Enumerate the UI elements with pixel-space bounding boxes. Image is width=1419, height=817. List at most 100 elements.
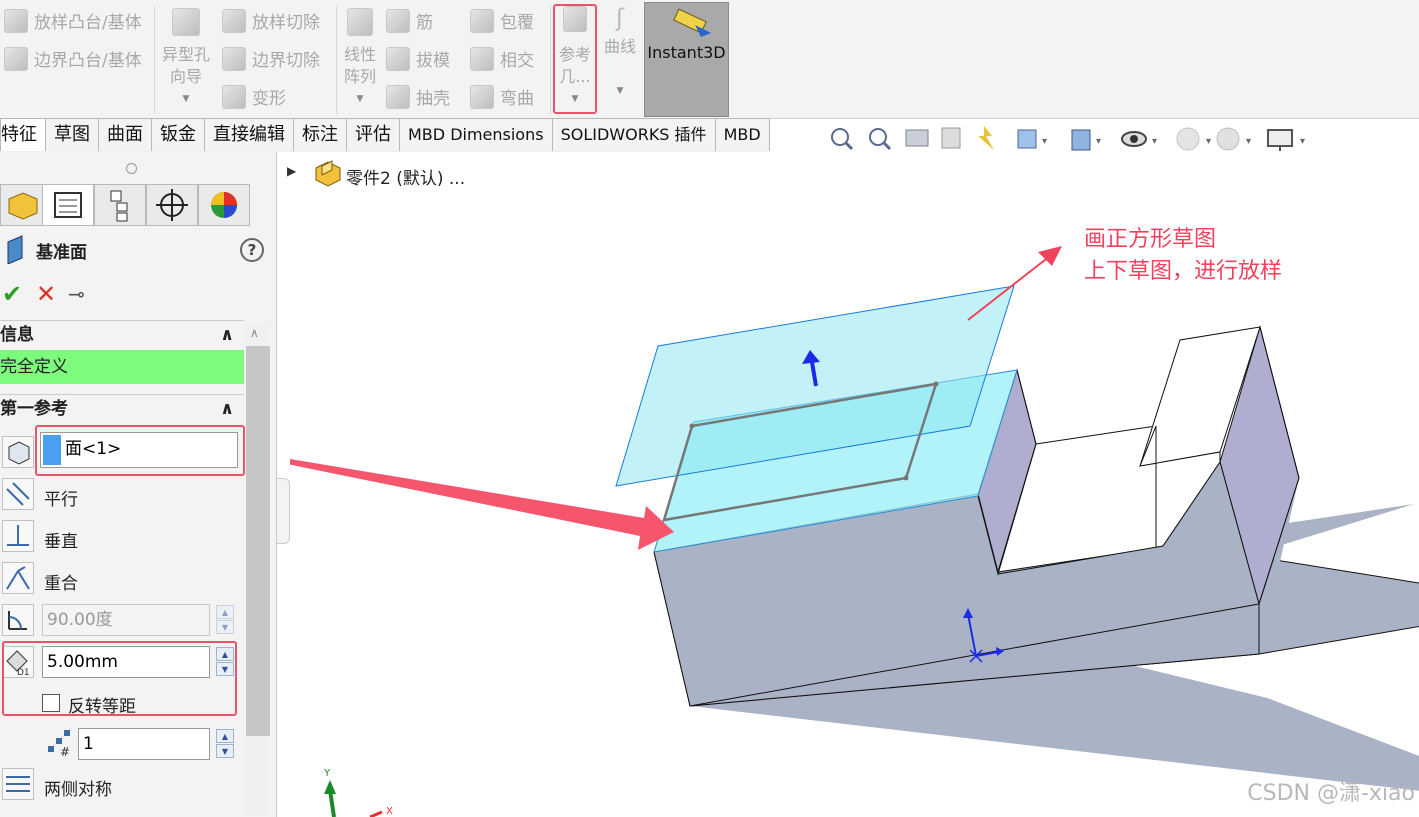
reference-geometry-highlight bbox=[553, 4, 597, 114]
svg-text:▾: ▾ bbox=[1206, 136, 1211, 147]
intersect-icon bbox=[470, 46, 494, 71]
annotation-line-1: 画正方形草图 bbox=[1084, 227, 1217, 252]
angle-input: 90.00度 bbox=[42, 604, 210, 636]
coincident-icon[interactable] bbox=[2, 562, 34, 594]
cancel-button[interactable]: ✕ bbox=[36, 280, 56, 308]
dynamic-annotation-icon[interactable] bbox=[978, 126, 994, 150]
part-tree-label[interactable]: 零件2 (默认) ... bbox=[346, 164, 465, 189]
curve-icon: ʃ bbox=[615, 4, 625, 32]
tab-sheet-metal[interactable]: 钣金 bbox=[151, 118, 205, 151]
parallel-icon[interactable] bbox=[2, 478, 34, 510]
boundary-boss-icon bbox=[4, 46, 28, 71]
panel-collapse-handle[interactable] bbox=[277, 478, 290, 544]
mid-plane-icon[interactable] bbox=[2, 768, 34, 800]
display-style-icon[interactable]: ▾ bbox=[1071, 129, 1101, 151]
tab-direct-editing[interactable]: 直接编辑 bbox=[204, 118, 294, 151]
svg-text:#: # bbox=[60, 745, 70, 758]
view-orientation-icon[interactable]: ▾ bbox=[1017, 129, 1047, 149]
mid-plane-option[interactable]: 两侧对称 bbox=[44, 775, 112, 800]
reference-highlight bbox=[35, 425, 245, 476]
svg-text:▾: ▾ bbox=[1096, 136, 1101, 147]
triad-y-label: Y bbox=[323, 768, 331, 779]
section-view-icon[interactable] bbox=[941, 127, 961, 149]
perpendicular-icon[interactable] bbox=[2, 520, 34, 552]
perpendicular-option[interactable]: 垂直 bbox=[44, 527, 78, 552]
shell-icon bbox=[386, 84, 410, 109]
svg-text:▾: ▾ bbox=[1300, 136, 1305, 147]
help-button[interactable]: ? bbox=[240, 238, 264, 262]
tab-property-manager[interactable] bbox=[42, 184, 94, 226]
tab-features[interactable]: 特征 bbox=[0, 118, 46, 151]
coincident-option[interactable]: 重合 bbox=[44, 569, 78, 594]
status-message: 完全定义 bbox=[0, 350, 244, 384]
graphics-area[interactable]: Y X bbox=[290, 200, 1419, 817]
instances-spinner[interactable]: ▲ ▼ bbox=[216, 729, 234, 759]
property-manager-icon bbox=[54, 192, 82, 218]
decrement-button[interactable]: ▼ bbox=[216, 744, 234, 758]
linear-pattern-icon bbox=[347, 8, 373, 36]
intersect-button[interactable]: 相交 bbox=[470, 46, 534, 71]
angle-spinner: ▲ ▼ bbox=[216, 605, 234, 635]
wrap-button[interactable]: 包覆 bbox=[470, 8, 534, 33]
annotation-line-2: 上下草图，进行放样 bbox=[1084, 259, 1283, 284]
tab-configuration-manager[interactable] bbox=[94, 184, 146, 226]
tree-expand-arrow-icon[interactable]: ▶ bbox=[287, 164, 296, 178]
boundary-boss-button[interactable]: 边界凸台/基体 bbox=[4, 46, 142, 71]
ok-button[interactable]: ✔ bbox=[2, 280, 22, 308]
sketch-point bbox=[903, 475, 909, 481]
loft-boss-button[interactable]: 放样凸台/基体 bbox=[4, 8, 142, 33]
curves-button[interactable]: ʃ 曲线 ▼ bbox=[600, 6, 640, 102]
zoom-to-fit-icon[interactable] bbox=[831, 128, 854, 151]
info-section-header[interactable]: 信息 ∧ bbox=[0, 320, 244, 349]
rib-icon bbox=[386, 8, 410, 33]
tab-markup[interactable]: 标注 bbox=[293, 118, 347, 151]
tab-display-manager[interactable] bbox=[198, 184, 250, 226]
panel-splitter-handle[interactable] bbox=[126, 163, 137, 174]
instances-icon: # bbox=[48, 730, 70, 758]
hole-wizard-button[interactable]: 异型孔 向导 ▼ bbox=[158, 8, 214, 110]
increment-button[interactable]: ▲ bbox=[216, 729, 234, 743]
tab-mbd-dimensions[interactable]: MBD Dimensions bbox=[399, 118, 553, 151]
svg-text:▾: ▾ bbox=[1152, 136, 1157, 147]
collapse-icon[interactable]: ∧ bbox=[220, 321, 234, 349]
loft-cut-button[interactable]: 放样切除 bbox=[222, 8, 320, 33]
linear-pattern-button[interactable]: 线性 阵列 ▼ bbox=[340, 8, 380, 110]
deform-button[interactable]: 变形 bbox=[222, 84, 286, 109]
view-settings-icon[interactable]: ▾ bbox=[1267, 129, 1305, 151]
dropdown-arrow-icon: ▼ bbox=[182, 94, 190, 104]
instances-input[interactable]: 1 bbox=[78, 728, 210, 760]
zoom-to-area-icon[interactable] bbox=[869, 128, 892, 151]
tab-sketch[interactable]: 草图 bbox=[45, 118, 99, 151]
triad-x-label: X bbox=[386, 806, 393, 817]
flex-icon bbox=[470, 84, 494, 109]
first-reference-section-header[interactable]: 第一参考 ∧ bbox=[0, 394, 244, 423]
hole-wizard-icon bbox=[172, 8, 200, 36]
scroll-up-arrow-icon[interactable]: ∧ bbox=[250, 326, 259, 340]
tab-mbd[interactable]: MBD bbox=[714, 118, 770, 151]
previous-view-icon[interactable] bbox=[905, 129, 929, 147]
collapse-icon[interactable]: ∧ bbox=[220, 395, 234, 423]
draft-button[interactable]: 拔模 bbox=[386, 46, 450, 71]
tab-dimxpert-manager[interactable] bbox=[146, 184, 198, 226]
instant3d-button[interactable]: Instant3D bbox=[644, 2, 729, 117]
tab-evaluate[interactable]: 评估 bbox=[346, 118, 400, 151]
loft-cut-icon bbox=[222, 8, 246, 33]
apply-scene-icon[interactable]: ▾ bbox=[1216, 127, 1251, 151]
shell-button[interactable]: 抽壳 bbox=[386, 84, 450, 109]
angle-icon[interactable] bbox=[2, 604, 34, 636]
draft-icon bbox=[386, 46, 410, 71]
dropdown-arrow-icon: ▼ bbox=[616, 86, 624, 96]
edit-appearance-icon[interactable]: ▾ bbox=[1176, 127, 1211, 151]
rib-button[interactable]: 筋 bbox=[386, 8, 433, 33]
pushpin-button[interactable]: ⊸ bbox=[68, 282, 85, 306]
svg-text:▾: ▾ bbox=[1042, 136, 1047, 147]
feature-ribbon: 放样凸台/基体 边界凸台/基体 异型孔 向导 ▼ 放样切除 边界切除 变形 线性… bbox=[0, 0, 1419, 119]
tab-solidworks-addins[interactable]: SOLIDWORKS 插件 bbox=[551, 118, 716, 151]
scrollbar-thumb[interactable] bbox=[246, 346, 270, 736]
tab-surfaces[interactable]: 曲面 bbox=[98, 118, 152, 151]
hide-show-items-icon[interactable]: ▾ bbox=[1121, 131, 1157, 147]
flex-button[interactable]: 弯曲 bbox=[470, 84, 534, 109]
boundary-cut-button[interactable]: 边界切除 bbox=[222, 46, 320, 71]
deform-icon bbox=[222, 84, 246, 109]
parallel-option[interactable]: 平行 bbox=[44, 485, 78, 510]
